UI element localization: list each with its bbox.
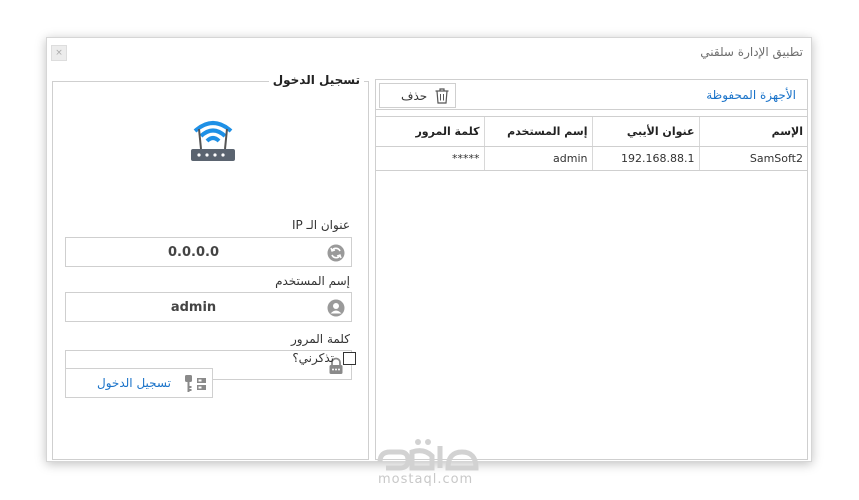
login-group-title: تسجيل الدخول (268, 73, 364, 87)
username-input[interactable]: admin (65, 292, 352, 322)
ip-value: 0.0.0.0 (168, 245, 219, 260)
column-header-name[interactable]: الإسم (699, 117, 807, 147)
delete-button-label: حذف (401, 89, 428, 103)
ip-input[interactable]: 0.0.0.0 (65, 237, 352, 267)
remember-me-label: تذكرني؟ (292, 351, 334, 365)
cell-password: ***** (376, 146, 485, 171)
keys-icon (185, 375, 206, 392)
column-header-ip[interactable]: عنوان الأيبي (592, 117, 700, 147)
login-button[interactable]: تسجيل الدخول (65, 368, 213, 398)
login-group: تسجيل الدخول عنوان الـ IP 0.0.0.0 إسم ال… (52, 73, 369, 460)
cell-ip: 192.168.88.1 (592, 146, 700, 171)
watermark-text: mostaql.com (378, 472, 474, 487)
password-label: كلمة المرور (290, 332, 350, 346)
username-value: admin (170, 300, 217, 315)
saved-devices-header: الأجهزة المحفوظة حذف (376, 80, 807, 110)
cell-name: SamSoft2 (699, 146, 807, 171)
table-row[interactable]: ***** admin 192.168.88.1 SamSoft2 (376, 146, 807, 171)
saved-devices-title: الأجهزة المحفوظة (706, 88, 796, 102)
cell-username: admin (484, 146, 593, 171)
login-button-label: تسجيل الدخول (97, 376, 171, 390)
window-title: تطبيق الإدارة سلقني (700, 45, 803, 59)
remember-me-checkbox[interactable] (343, 352, 356, 365)
column-header-password[interactable]: كلمة المرور (376, 117, 485, 147)
table-header-row: كلمة المرور إسم المستخدم عنوان الأيبي ال… (376, 117, 807, 147)
ip-label: عنوان الـ IP (291, 218, 350, 232)
saved-devices-panel: الأجهزة المحفوظة حذف كلمة المرور إسم الم… (375, 79, 808, 460)
trash-icon (435, 88, 449, 104)
user-icon (327, 299, 345, 317)
title-bar: تطبيق الإدارة سلقني × (47, 38, 811, 68)
devices-table: كلمة المرور إسم المستخدم عنوان الأيبي ال… (376, 116, 807, 171)
close-button[interactable]: × (51, 45, 67, 61)
app-window: تطبيق الإدارة سلقني × الأجهزة المحفوظة ح… (46, 37, 812, 462)
refresh-icon[interactable] (327, 244, 345, 262)
delete-button[interactable]: حذف (379, 83, 456, 108)
username-label: إسم المستخدم (275, 274, 350, 288)
router-wifi-icon (191, 121, 235, 161)
column-header-username[interactable]: إسم المستخدم (484, 117, 593, 147)
